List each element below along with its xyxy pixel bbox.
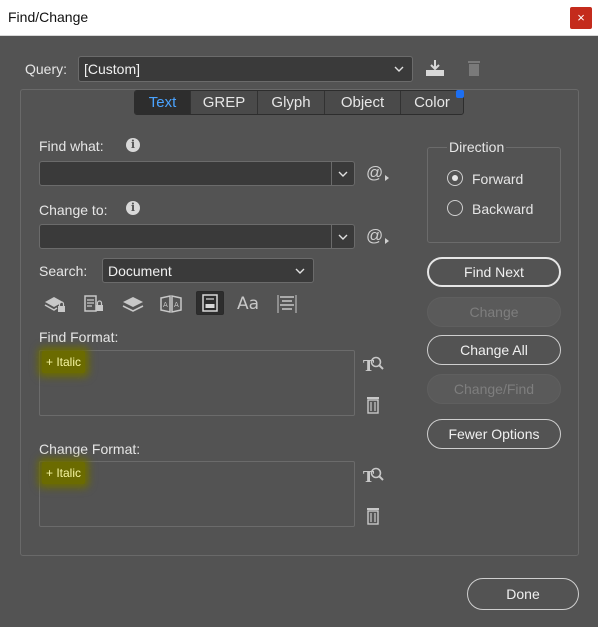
backward-radio[interactable] [447,200,463,216]
change-format-label: Change Format: [39,441,141,457]
fewer-options-button[interactable]: Fewer Options [427,419,561,449]
tab-color[interactable]: Color [401,91,463,114]
specify-find-format-icon[interactable]: T [362,353,384,375]
tab-text[interactable]: Text [135,91,191,114]
tab-object[interactable]: Object [325,91,401,114]
include-master-pages-icon[interactable]: AA [157,292,185,316]
change-find-button[interactable]: Change/Find [427,374,561,404]
search-scope-dropdown[interactable]: Document [102,258,314,283]
tab-grep[interactable]: GREP [191,91,258,114]
include-locked-stories-icon[interactable] [80,292,108,316]
direction-group [427,147,561,243]
change-to-field[interactable] [39,224,355,249]
special-characters-icon[interactable]: @ [366,226,390,246]
include-footnotes-icon[interactable] [196,291,224,315]
find-change-dialog: Find/Change × Query: [Custom] Text GREP … [0,0,598,627]
chevron-down-icon[interactable] [336,167,350,181]
find-next-button[interactable]: Find Next [427,257,561,287]
chevron-down-icon[interactable] [336,230,350,244]
close-button[interactable]: × [570,7,592,29]
include-hidden-layers-icon[interactable] [119,292,147,316]
chevron-down-icon [394,66,404,72]
direction-title: Direction [447,139,507,155]
svg-text:A: A [174,301,179,309]
query-value: [Custom] [84,61,141,77]
case-sensitive-icon[interactable]: Aa [234,292,262,316]
query-dropdown[interactable]: [Custom] [78,56,413,82]
change-button[interactable]: Change [427,297,561,327]
query-label: Query: [25,61,68,77]
info-icon[interactable]: i [126,138,140,152]
search-type-tabs: Text GREP Glyph Object Color [134,90,464,115]
delete-query-icon[interactable] [465,58,483,78]
info-icon[interactable]: i [126,201,140,215]
window-title: Find/Change [8,9,89,25]
whole-word-icon[interactable] [273,292,301,316]
find-format-label: Find Format: [39,329,119,345]
change-to-label: Change to: [39,202,108,218]
change-format-value: + Italic [42,462,86,484]
save-query-icon[interactable] [423,57,447,79]
specify-change-format-icon[interactable]: T [362,464,384,486]
clear-change-format-icon[interactable] [364,506,382,526]
title-bar: Find/Change × [0,0,598,36]
search-label: Search: [39,263,88,279]
forward-label[interactable]: Forward [472,171,523,187]
special-characters-icon[interactable]: @ [366,163,390,183]
chevron-down-icon [295,268,305,274]
tab-glyph[interactable]: Glyph [258,91,325,114]
change-all-button[interactable]: Change All [427,335,561,365]
find-format-value: + Italic [42,351,86,373]
find-format-box[interactable]: + Italic [39,350,355,416]
done-button[interactable]: Done [467,578,579,610]
search-scope-value: Document [108,262,172,279]
svg-text:A: A [163,301,168,309]
forward-radio[interactable] [447,170,463,186]
backward-label[interactable]: Backward [472,201,533,217]
find-what-field[interactable] [39,161,355,186]
color-tab-indicator [456,90,464,98]
find-what-label: Find what: [39,138,104,154]
change-format-box[interactable]: + Italic [39,461,355,527]
include-locked-layers-icon[interactable] [41,292,69,316]
clear-find-format-icon[interactable] [364,395,382,415]
